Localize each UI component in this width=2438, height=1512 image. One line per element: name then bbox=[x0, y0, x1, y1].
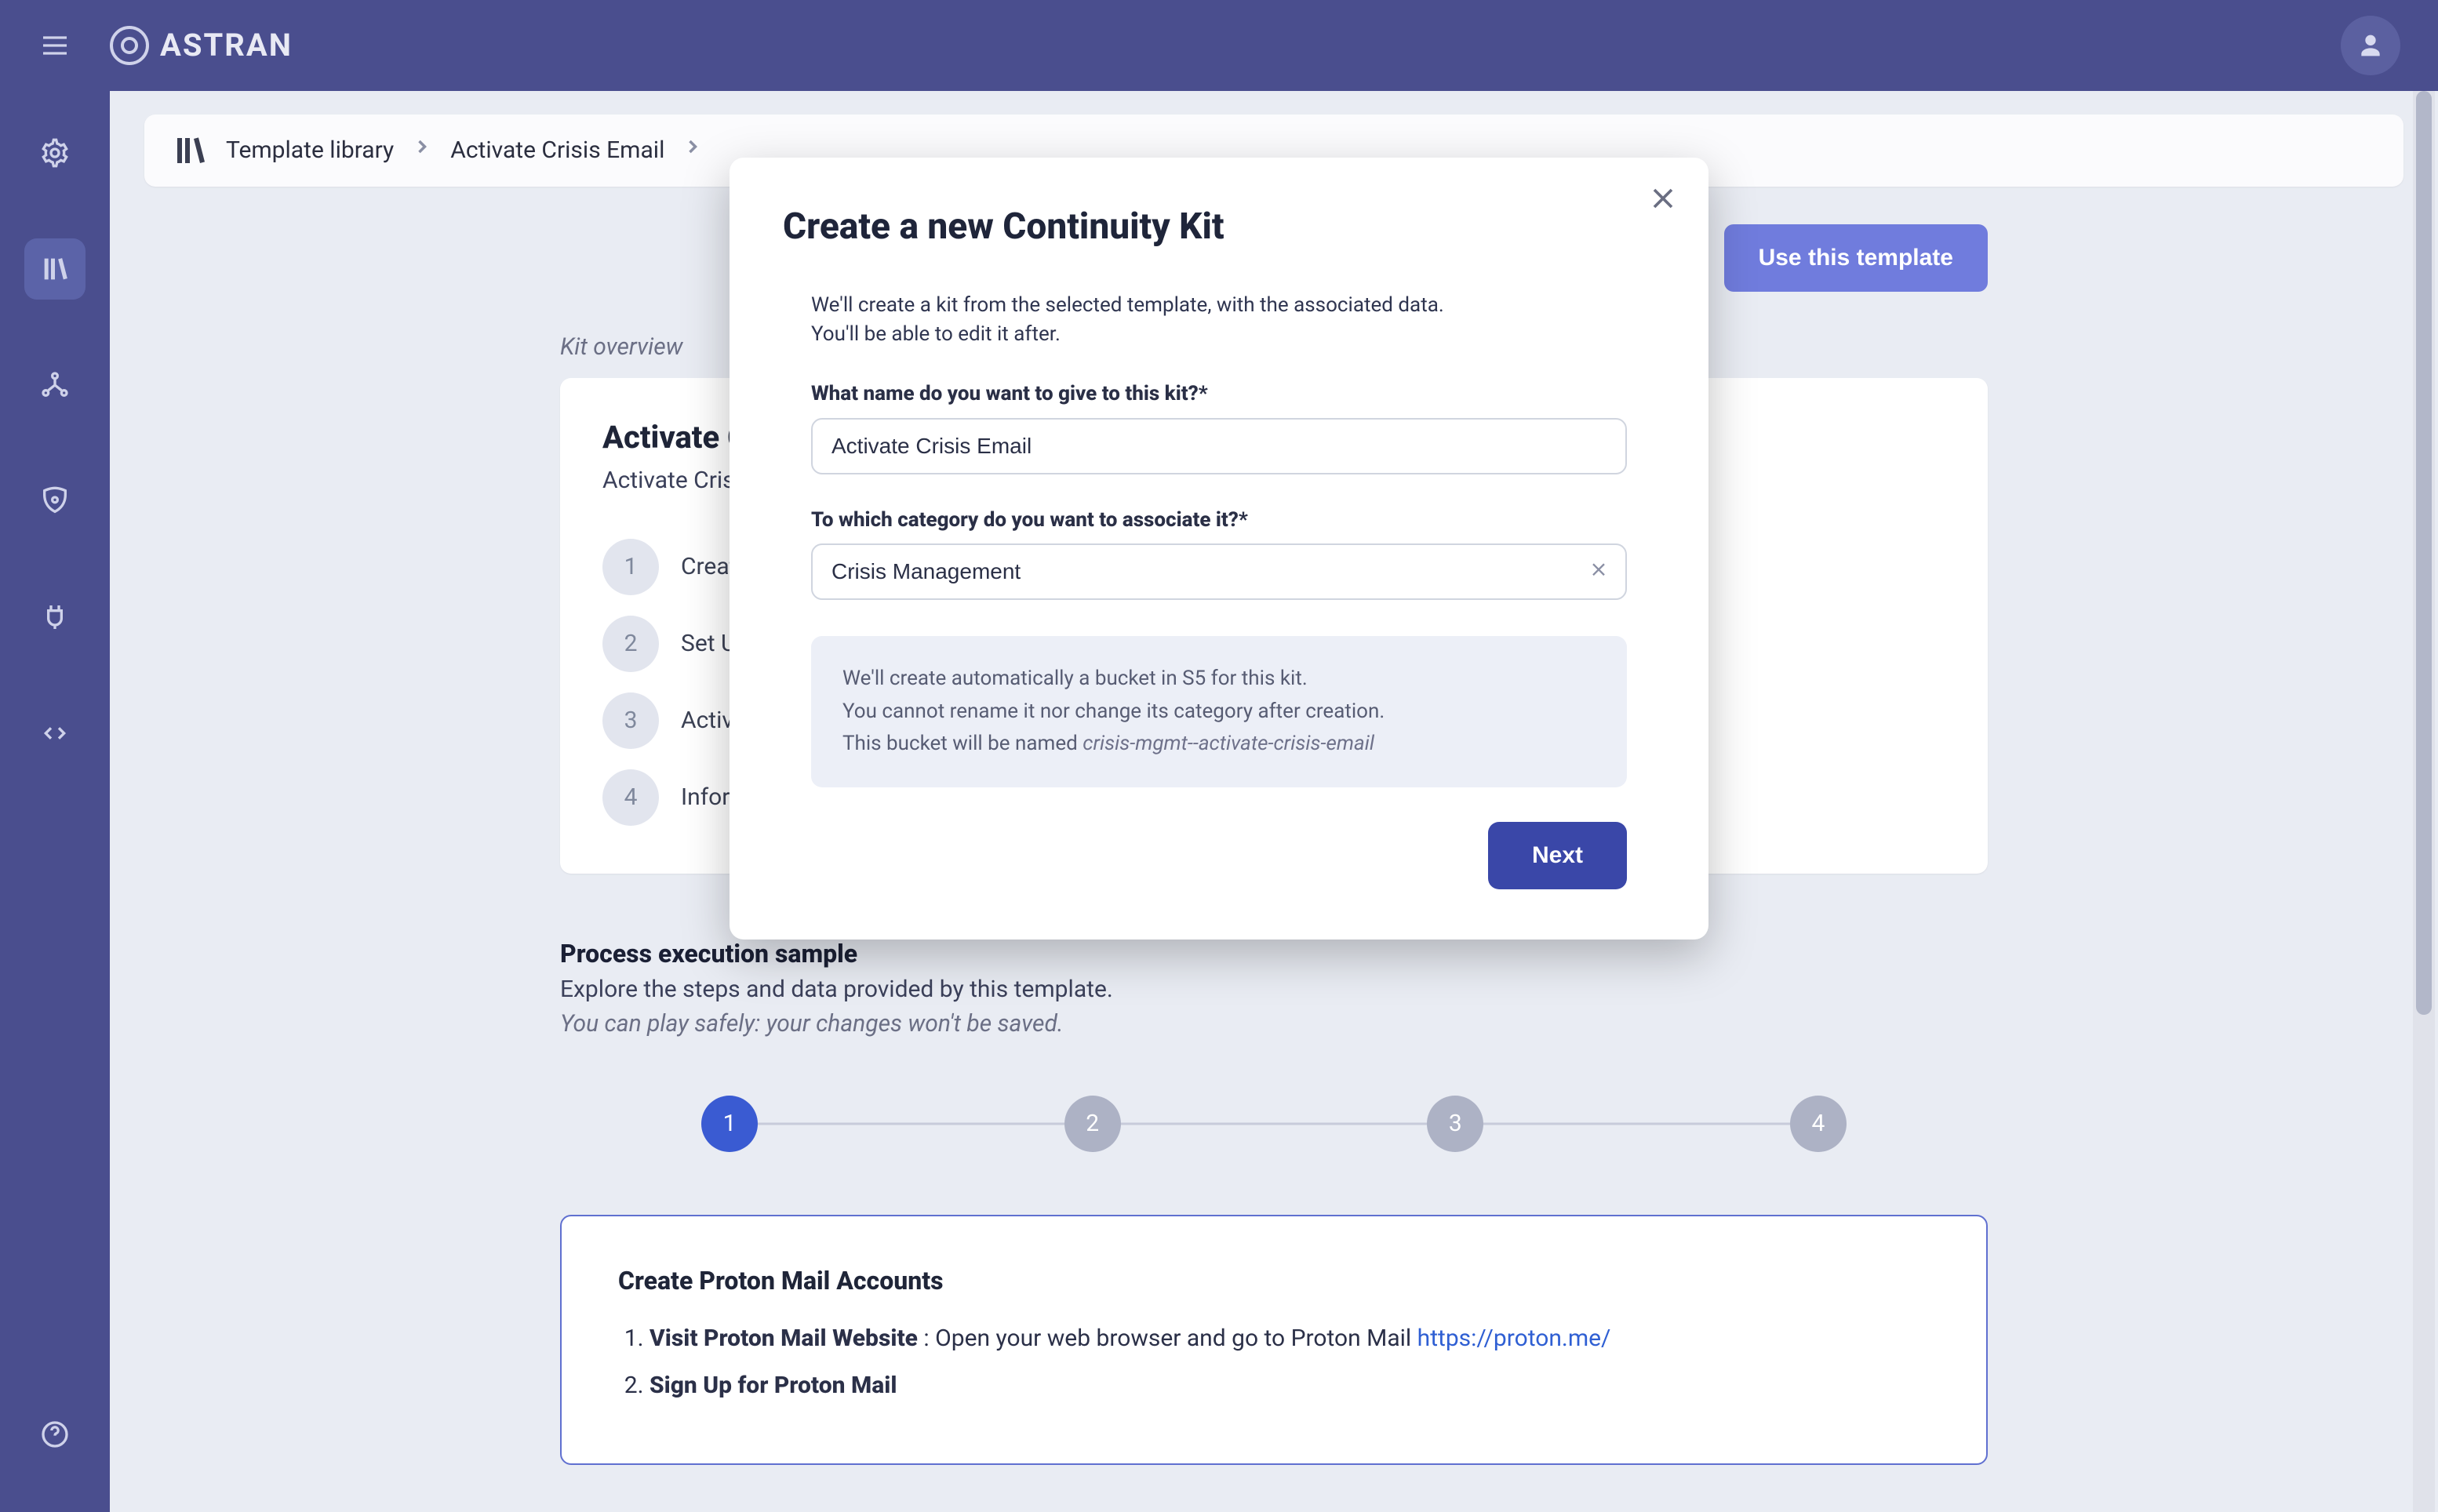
outline-step-number: 1 bbox=[602, 539, 659, 595]
outline-step-number: 4 bbox=[602, 769, 659, 826]
nav-processes[interactable] bbox=[24, 122, 86, 184]
sample-item1-bold: Visit Proton Mail Website bbox=[650, 1325, 918, 1352]
info-line3: This bucket will be named crisis-mgmt--a… bbox=[842, 728, 1596, 761]
kit-name-input[interactable] bbox=[811, 418, 1627, 474]
outline-step-number: 2 bbox=[602, 616, 659, 672]
modal-intro-line1: We'll create a kit from the selected tem… bbox=[811, 291, 1627, 319]
chevron-right-icon bbox=[411, 135, 433, 165]
menu-toggle-icon[interactable] bbox=[0, 0, 110, 91]
proton-link[interactable]: https://proton.me/ bbox=[1417, 1325, 1611, 1352]
kit-category-select[interactable] bbox=[811, 543, 1627, 600]
stepper: 1 2 3 4 bbox=[560, 1096, 1988, 1152]
process-sample-sub: Explore the steps and data provided by t… bbox=[560, 973, 1988, 1006]
nav-api[interactable] bbox=[24, 703, 86, 764]
sidebar bbox=[0, 91, 110, 1512]
chevron-right-icon bbox=[682, 135, 704, 165]
brand-text: ASTRAN bbox=[160, 24, 293, 67]
nav-integrations[interactable] bbox=[24, 587, 86, 648]
brand-mark-icon bbox=[110, 26, 149, 65]
info-line1: We'll create automatically a bucket in S… bbox=[842, 663, 1596, 696]
outline-step-number: 3 bbox=[602, 692, 659, 749]
next-button[interactable]: Next bbox=[1488, 822, 1627, 889]
top-bar: ASTRAN bbox=[0, 0, 2438, 91]
stepper-dot[interactable]: 2 bbox=[1064, 1096, 1121, 1152]
sample-item1-rest: : Open your web browser and go to Proton… bbox=[918, 1325, 1417, 1352]
stepper-dot[interactable]: 4 bbox=[1790, 1096, 1847, 1152]
library-icon bbox=[171, 132, 209, 169]
kit-category-label: To which category do you want to associa… bbox=[811, 506, 1627, 534]
process-sample-note: You can play safely: your changes won't … bbox=[560, 1008, 1988, 1041]
bucket-name: crisis-mgmt--activate-crisis-email bbox=[1083, 732, 1374, 755]
scrollbar[interactable] bbox=[2413, 91, 2435, 1512]
list-item: Visit Proton Mail Website : Open your we… bbox=[650, 1322, 1930, 1355]
brand-logo: ASTRAN bbox=[110, 24, 293, 67]
stepper-dot[interactable]: 1 bbox=[701, 1096, 758, 1152]
nav-security[interactable] bbox=[24, 471, 86, 532]
sample-step-title: Create Proton Mail Accounts bbox=[618, 1263, 1930, 1299]
profile-avatar[interactable] bbox=[2341, 16, 2400, 75]
use-template-button[interactable]: Use this template bbox=[1724, 224, 1988, 292]
modal-title: Create a new Continuity Kit bbox=[783, 202, 1655, 252]
nav-library[interactable] bbox=[24, 238, 86, 300]
list-item: Sign Up for Proton Mail bbox=[650, 1369, 1930, 1402]
info-line2: You cannot rename it nor change its cate… bbox=[842, 696, 1596, 729]
nav-help[interactable] bbox=[24, 1404, 86, 1465]
breadcrumb-leaf[interactable]: Activate Crisis Email bbox=[450, 134, 664, 167]
kit-name-label: What name do you want to give to this ki… bbox=[811, 380, 1627, 408]
nav-teams[interactable] bbox=[24, 354, 86, 416]
stepper-dot[interactable]: 3 bbox=[1427, 1096, 1483, 1152]
process-sample-title: Process execution sample bbox=[560, 936, 1988, 972]
scrollbar-thumb[interactable] bbox=[2416, 91, 2432, 1015]
close-icon[interactable] bbox=[1646, 181, 1680, 216]
create-kit-modal: Create a new Continuity Kit We'll create… bbox=[730, 158, 1708, 940]
sample-item2-bold: Sign Up for Proton Mail bbox=[650, 1372, 897, 1399]
clear-icon[interactable] bbox=[1588, 558, 1610, 588]
breadcrumb-root[interactable]: Template library bbox=[226, 134, 394, 167]
sample-step-card: Create Proton Mail Accounts Visit Proton… bbox=[560, 1215, 1988, 1465]
bucket-info-box: We'll create automatically a bucket in S… bbox=[811, 636, 1627, 787]
modal-intro-line2: You'll be able to edit it after. bbox=[811, 320, 1627, 348]
